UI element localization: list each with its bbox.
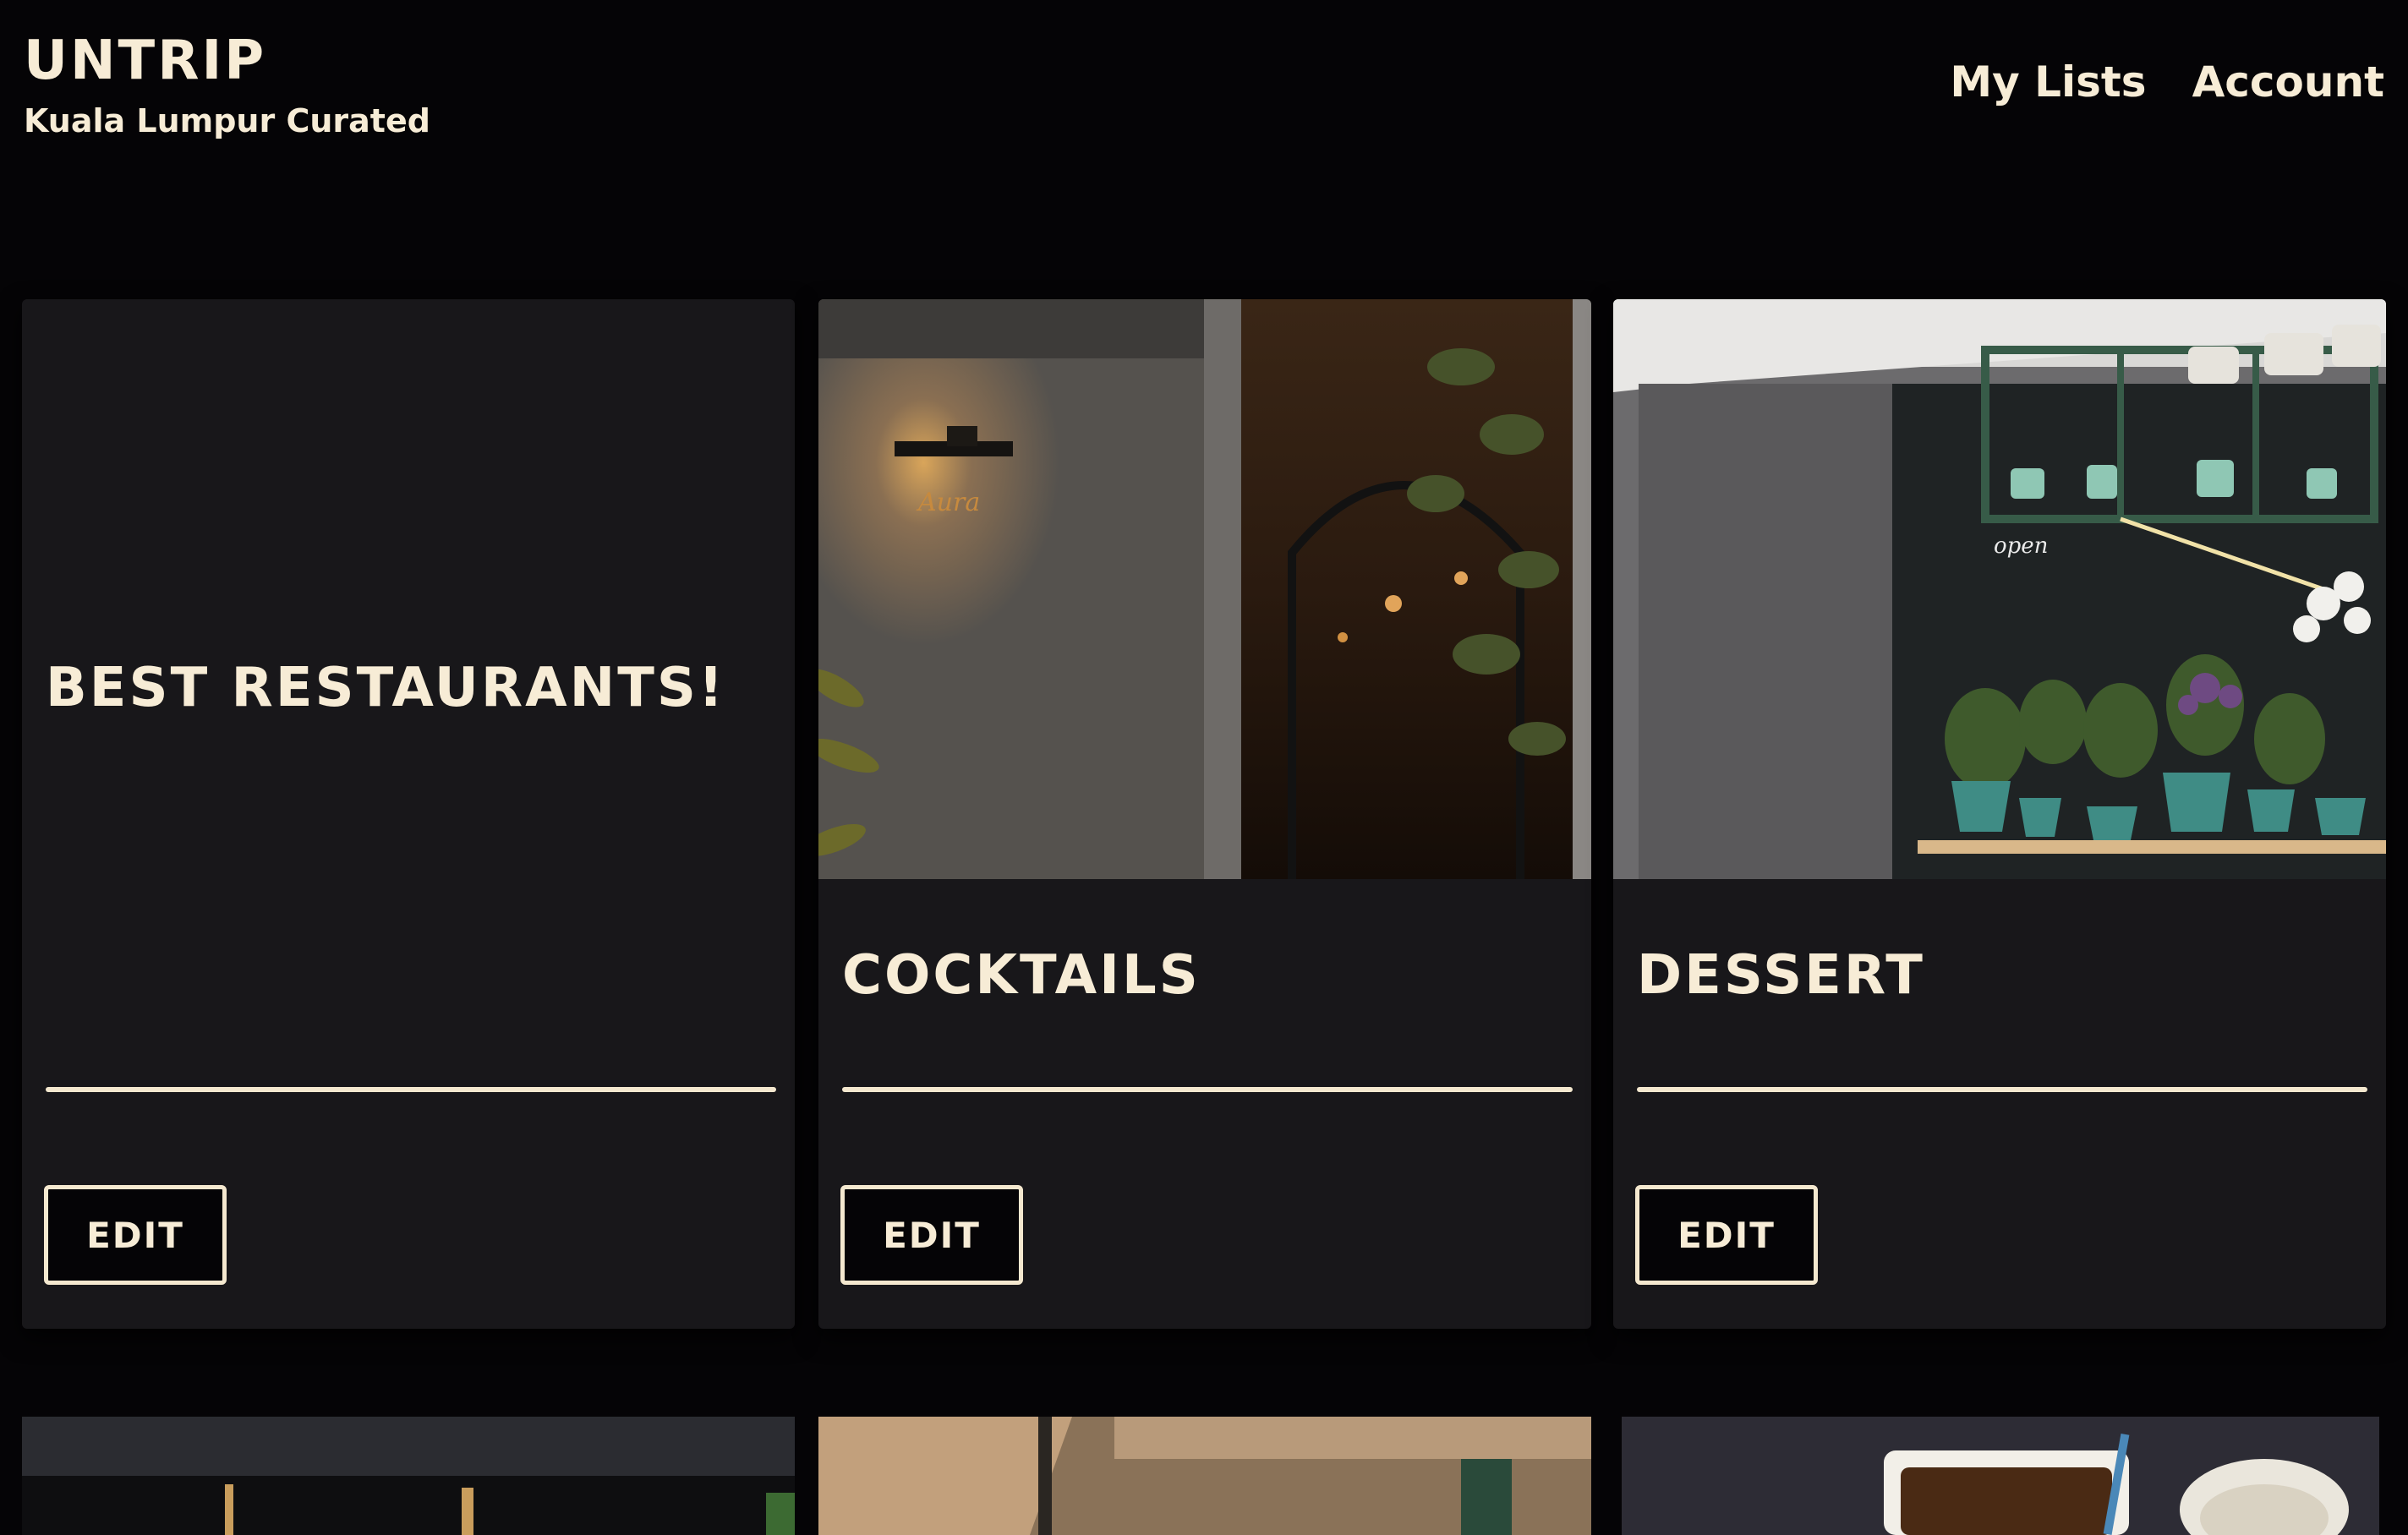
- nav-my-lists[interactable]: My Lists: [1950, 52, 2146, 112]
- edit-button[interactable]: EDIT: [840, 1185, 1023, 1285]
- edit-button[interactable]: EDIT: [1635, 1185, 1818, 1285]
- list-title: COCKTAILS: [842, 944, 1201, 1007]
- card-divider: [46, 1087, 776, 1092]
- list-title: DESSERT: [1637, 944, 1925, 1007]
- svg-text:open: open: [1994, 533, 2048, 559]
- list-card-best-restaurants[interactable]: BEST RESTAURANTS! EDIT: [22, 299, 795, 1329]
- top-nav: My Lists Account: [1950, 52, 2384, 112]
- card-divider: [1637, 1087, 2367, 1092]
- brand-title[interactable]: UNTRIP: [24, 29, 266, 93]
- list-card-row2-2[interactable]: [818, 1417, 1591, 1535]
- list-card-cocktails[interactable]: Aura COCKTAILS EDIT: [818, 299, 1591, 1329]
- dessert-photo: open: [1613, 299, 2386, 879]
- list-card-row2-1[interactable]: [22, 1417, 795, 1535]
- list-title: BEST RESTAURANTS!: [46, 657, 726, 719]
- list-card-dessert[interactable]: open DESSERT EDIT: [1613, 299, 2386, 1329]
- site-header: UNTRIP Kuala Lumpur Curated My Lists Acc…: [0, 0, 2408, 169]
- card-divider: [842, 1087, 1573, 1092]
- brand-subtitle: Kuala Lumpur Curated: [24, 102, 430, 139]
- cocktails-photo: Aura: [818, 299, 1591, 879]
- nav-account[interactable]: Account: [2192, 52, 2384, 112]
- list-card-row2-3[interactable]: [1622, 1417, 2379, 1535]
- edit-button[interactable]: EDIT: [44, 1185, 227, 1285]
- svg-text:Aura: Aura: [916, 488, 980, 517]
